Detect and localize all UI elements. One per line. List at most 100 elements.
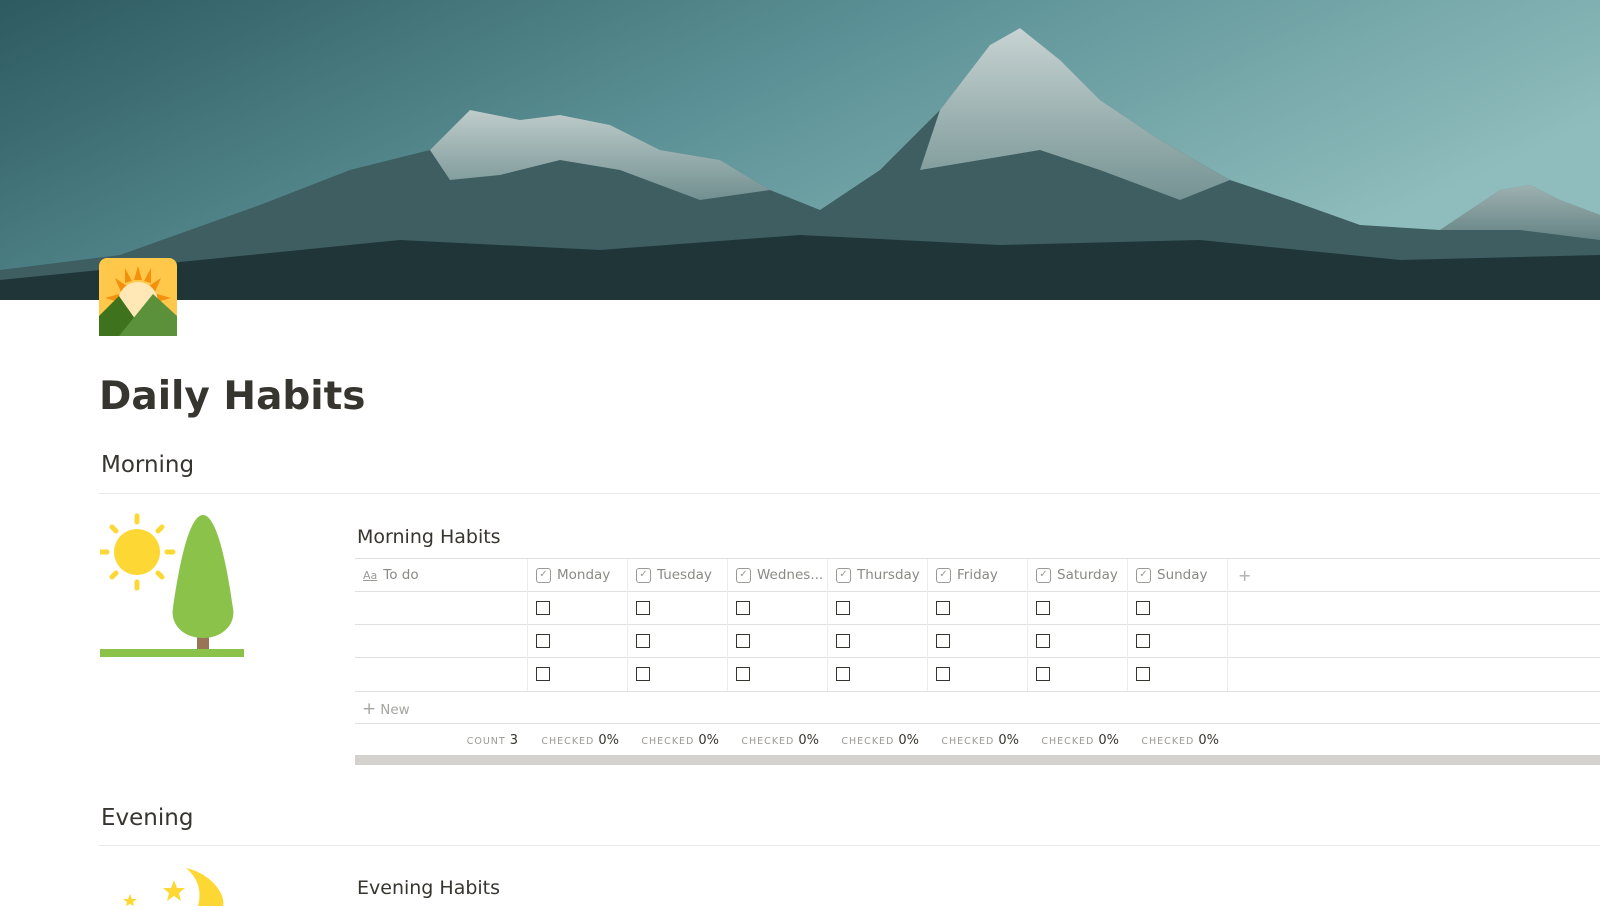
column-label: Monday	[557, 567, 611, 583]
database-title[interactable]: Evening Habits	[357, 877, 500, 899]
calc-checked-saturday[interactable]: CHECKED 0%	[1041, 733, 1119, 748]
section-divider	[99, 845, 1600, 846]
new-row-button[interactable]: + New	[362, 699, 410, 719]
calc-value: 0%	[698, 733, 719, 748]
calc-label: CHECKED	[941, 736, 995, 747]
calc-label: CHECKED	[541, 736, 595, 747]
habit-checkbox[interactable]	[636, 601, 650, 615]
column-label: Sunday	[1157, 567, 1208, 583]
evening-illustration	[118, 866, 228, 910]
add-column-button[interactable]: +	[1238, 559, 1251, 591]
column-divider	[827, 559, 828, 691]
column-header-todo[interactable]: Aa To do	[363, 559, 419, 591]
database-title[interactable]: Morning Habits	[357, 526, 501, 548]
table-border	[355, 657, 1600, 658]
habit-checkbox[interactable]	[1036, 601, 1050, 615]
text-aa-icon: Aa	[363, 568, 378, 582]
habit-checkbox[interactable]	[736, 634, 750, 648]
calc-value: 0%	[1198, 733, 1219, 748]
habit-checkbox[interactable]	[1036, 667, 1050, 681]
column-header-wednesday[interactable]: ✓ Wednes...	[736, 559, 823, 591]
cover-image[interactable]	[0, 0, 1600, 300]
column-header-sunday[interactable]: ✓ Sunday	[1136, 559, 1208, 591]
column-divider	[1027, 559, 1028, 691]
column-label: Wednes...	[757, 567, 824, 583]
checkbox-property-icon: ✓	[736, 567, 751, 583]
morning-illustration	[98, 513, 245, 667]
checkbox-property-icon: ✓	[836, 567, 851, 583]
calc-checked-monday[interactable]: CHECKED 0%	[541, 733, 619, 748]
calc-count[interactable]: COUNT 3	[467, 733, 518, 748]
column-header-monday[interactable]: ✓ Monday	[536, 559, 610, 591]
calc-checked-tuesday[interactable]: CHECKED 0%	[641, 733, 719, 748]
table-border	[355, 591, 1600, 592]
calc-value: 0%	[598, 733, 619, 748]
habit-checkbox[interactable]	[636, 667, 650, 681]
calc-value: 0%	[798, 733, 819, 748]
checkbox-property-icon: ✓	[936, 567, 951, 583]
calc-checked-wednesday[interactable]: CHECKED 0%	[741, 733, 819, 748]
moon-and-stars-icon	[123, 868, 224, 906]
calc-value: 0%	[898, 733, 919, 748]
habit-checkbox[interactable]	[1136, 667, 1150, 681]
calc-label: CHECKED	[641, 736, 695, 747]
habit-checkbox[interactable]	[736, 667, 750, 681]
habit-checkbox[interactable]	[636, 634, 650, 648]
habit-checkbox[interactable]	[836, 601, 850, 615]
mountain-cover-icon	[0, 0, 1600, 300]
column-divider	[1227, 559, 1228, 691]
column-label: Thursday	[857, 567, 920, 583]
calc-value: 3	[509, 733, 518, 748]
habit-checkbox[interactable]	[736, 601, 750, 615]
calc-checked-sunday[interactable]: CHECKED 0%	[1141, 733, 1219, 748]
calc-checked-thursday[interactable]: CHECKED 0%	[841, 733, 919, 748]
checkbox-property-icon: ✓	[536, 567, 551, 583]
calc-value: 0%	[998, 733, 1019, 748]
checkbox-property-icon: ✓	[636, 567, 651, 583]
sunrise-over-mountains-icon	[99, 258, 177, 336]
column-header-saturday[interactable]: ✓ Saturday	[1036, 559, 1118, 591]
column-header-thursday[interactable]: ✓ Thursday	[836, 559, 920, 591]
calc-checked-friday[interactable]: CHECKED 0%	[941, 733, 1019, 748]
column-label: Friday	[957, 567, 998, 583]
table-border	[355, 723, 1600, 724]
habit-checkbox[interactable]	[936, 634, 950, 648]
sun-and-tree-icon	[98, 513, 244, 657]
column-divider	[527, 559, 528, 691]
column-divider	[927, 559, 928, 691]
section-heading-evening[interactable]: Evening	[101, 805, 193, 831]
habit-checkbox[interactable]	[836, 634, 850, 648]
habit-checkbox[interactable]	[936, 601, 950, 615]
new-row-label: New	[380, 702, 410, 718]
column-label: To do	[383, 567, 419, 583]
habit-checkbox[interactable]	[536, 634, 550, 648]
column-header-friday[interactable]: ✓ Friday	[936, 559, 998, 591]
plus-icon: +	[362, 699, 377, 719]
column-divider	[727, 559, 728, 691]
checkbox-property-icon: ✓	[1136, 567, 1151, 583]
habit-checkbox[interactable]	[536, 667, 550, 681]
column-header-tuesday[interactable]: ✓ Tuesday	[636, 559, 712, 591]
table-border	[355, 691, 1600, 692]
habit-checkbox[interactable]	[936, 667, 950, 681]
calc-label: CHECKED	[1141, 736, 1195, 747]
checkbox-property-icon: ✓	[1036, 567, 1051, 583]
column-divider	[1127, 559, 1128, 691]
column-divider	[627, 559, 628, 691]
calc-label: CHECKED	[1041, 736, 1095, 747]
section-heading-morning[interactable]: Morning	[101, 452, 194, 478]
habit-checkbox[interactable]	[1136, 601, 1150, 615]
page-title[interactable]: Daily Habits	[99, 374, 366, 419]
calc-label: COUNT	[466, 736, 506, 747]
column-label: Tuesday	[657, 567, 712, 583]
calc-label: CHECKED	[741, 736, 795, 747]
calc-value: 0%	[1098, 733, 1119, 748]
calc-label: CHECKED	[841, 736, 895, 747]
horizontal-scrollbar[interactable]	[355, 755, 1600, 765]
habit-checkbox[interactable]	[1136, 634, 1150, 648]
habit-checkbox[interactable]	[836, 667, 850, 681]
column-label: Saturday	[1057, 567, 1118, 583]
habit-checkbox[interactable]	[536, 601, 550, 615]
page-icon[interactable]	[99, 258, 177, 336]
habit-checkbox[interactable]	[1036, 634, 1050, 648]
